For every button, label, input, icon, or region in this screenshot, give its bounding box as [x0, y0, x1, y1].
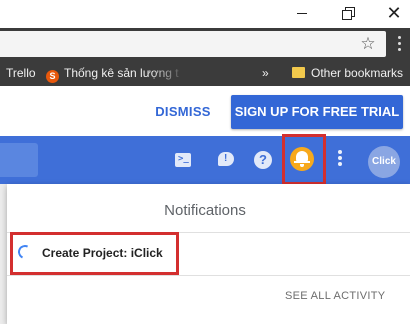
bookmark-trello[interactable]: Trello	[6, 60, 36, 86]
more-vert-icon[interactable]	[335, 150, 345, 170]
address-bar[interactable]: ☆	[0, 31, 386, 57]
restore-icon[interactable]	[338, 4, 358, 22]
minimize-icon[interactable]	[292, 4, 312, 22]
star-icon[interactable]: ☆	[358, 31, 378, 57]
notifications-title: Notifications	[164, 202, 246, 219]
browser-menu-icon[interactable]	[395, 34, 403, 54]
help-icon[interactable]: ?	[253, 150, 273, 170]
s-logo-icon: S	[46, 70, 59, 83]
search-input[interactable]	[0, 143, 38, 177]
other-bookmarks-label: Other bookmarks	[311, 66, 404, 80]
notifications-bell-icon[interactable]	[290, 147, 314, 171]
divider	[7, 275, 410, 276]
cloud-shell-icon[interactable]: >_	[173, 150, 193, 170]
window-titlebar: ✕	[0, 0, 410, 28]
signup-free-trial-button[interactable]: SIGN UP FOR FREE TRIAL	[231, 95, 403, 129]
bookmarks-overflow-chevron-icon[interactable]: »	[262, 60, 269, 86]
bookmark-fade	[150, 60, 186, 86]
trial-promo-banner: DISMISS SIGN UP FOR FREE TRIAL	[0, 86, 410, 136]
see-all-activity-link[interactable]: SEE ALL ACTIVITY	[285, 290, 385, 302]
bookmarks-bar: Trello S Thống kê sản lượng t » Other boo…	[0, 60, 410, 86]
close-icon[interactable]: ✕	[384, 4, 404, 22]
avatar[interactable]: Click	[368, 146, 400, 178]
notification-item-create-project[interactable]: Create Project: iClick	[42, 246, 163, 260]
dismiss-button[interactable]: DISMISS	[150, 96, 216, 128]
other-bookmarks[interactable]: Other bookmarks	[292, 60, 403, 86]
console-app-bar: >_ ! ?	[0, 136, 410, 184]
feedback-icon[interactable]: !	[216, 150, 236, 170]
browser-toolbar: ☆	[0, 28, 410, 60]
folder-icon	[292, 67, 305, 78]
